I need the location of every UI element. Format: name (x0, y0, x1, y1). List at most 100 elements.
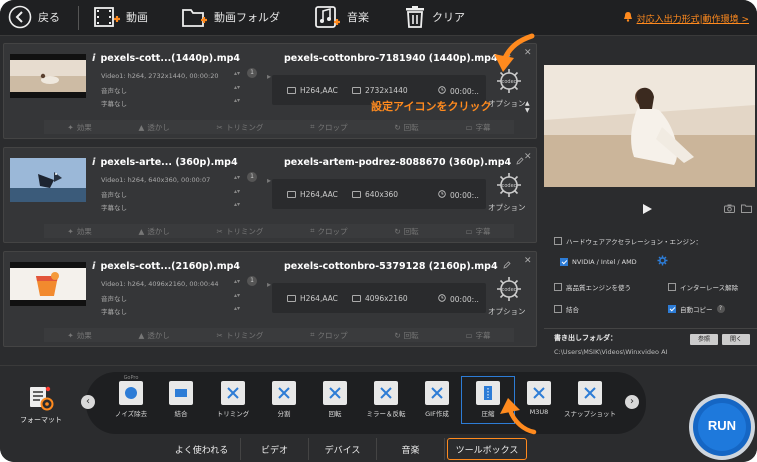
subtitle-track-info[interactable]: 字幕なし (101, 98, 127, 108)
tool-gif-maker[interactable]: GIF作成 (411, 381, 463, 418)
hw-vendor-checkbox[interactable]: NVIDIA / Intel / AMD (560, 255, 668, 268)
clear-button[interactable]: クリア (404, 2, 465, 32)
hw-vendor-box[interactable] (560, 257, 568, 266)
subtitle-dropdown-icon[interactable]: ▴▾ (234, 201, 240, 208)
remove-file-icon[interactable]: ✕ (524, 152, 532, 162)
add-video-button[interactable]: 動画 (94, 2, 148, 32)
scroll-right-button[interactable]: › (625, 395, 639, 409)
file-card[interactable]: i pexels-cott...(1440p).mp4 Video1: h264… (3, 43, 537, 139)
auto-copy-box[interactable] (668, 305, 676, 313)
video-track-dropdown-icon[interactable]: ▴▾ (234, 278, 240, 285)
hw-accel-box[interactable] (554, 237, 562, 245)
trim-button[interactable]: ✂ トリミング (217, 330, 264, 341)
file-card[interactable]: i pexels-cott...(2160p).mp4 Video1: h264… (3, 251, 537, 347)
play-icon[interactable] (641, 203, 653, 215)
auto-copy-checkbox[interactable]: 自動コピー ? (668, 304, 725, 314)
tab-frequently-used[interactable]: よく使われる (163, 438, 241, 460)
add-folder-button[interactable]: 動画フォルダ (182, 2, 280, 32)
subtitle-track-info[interactable]: 字幕なし (101, 306, 127, 316)
edit-pencil-icon[interactable] (503, 261, 511, 272)
info-icon[interactable]: i (92, 53, 95, 64)
audio-dropdown-icon[interactable]: ▴▾ (234, 188, 240, 195)
open-folder-button[interactable]: 開く (722, 334, 750, 345)
output-filename[interactable]: pexels-cottonbro-5379128 (2160p).mp4 (284, 261, 511, 272)
deinterlace-box[interactable] (668, 283, 676, 291)
file-card[interactable]: i pexels-arte... (360p).mp4 Video1: h264… (3, 147, 537, 243)
video-thumbnail[interactable] (10, 158, 86, 202)
watermark-button[interactable]: ▲ 透かし (139, 226, 170, 237)
tool-mirror-flip[interactable]: ミラー＆反転 (360, 381, 412, 418)
crop-button[interactable]: ⌗ クロップ (310, 122, 347, 133)
audio-track-info[interactable]: 音声なし (101, 85, 127, 95)
option-label[interactable]: オプション (488, 202, 526, 213)
source-filename: i pexels-cott...(1440p).mp4 (92, 53, 241, 64)
trim-button[interactable]: ✂ トリミング (217, 226, 264, 237)
trim-button[interactable]: ✂ トリミング (217, 122, 264, 133)
add-music-button[interactable]: 音楽 (315, 2, 369, 32)
supported-formats-link[interactable]: 対応入出力形式|動作環境 > (623, 11, 749, 25)
tab-video[interactable]: ビデオ (241, 438, 309, 460)
tool-rotate[interactable]: 回転 (309, 381, 361, 418)
codec-settings-gear-button[interactable]: codec (495, 275, 523, 303)
output-filename[interactable]: pexels-artem-podrez-8088670 (360p).mp4 (284, 157, 524, 168)
rotate-button[interactable]: ↻ 回転 (394, 330, 418, 341)
audio-track-info[interactable]: 音声なし (101, 293, 127, 303)
edit-pencil-icon[interactable] (516, 157, 524, 168)
audio-track-info[interactable]: 音声なし (101, 189, 127, 199)
subtitle-dropdown-icon[interactable]: ▴▾ (234, 305, 240, 312)
crop-button[interactable]: ⌗ クロップ (310, 226, 347, 237)
subtitle-button[interactable]: ▭ 字幕 (465, 330, 490, 341)
audio-dropdown-icon[interactable]: ▴▾ (234, 292, 240, 299)
browse-button[interactable]: 参照 (690, 334, 718, 345)
option-label[interactable]: オプション (488, 306, 526, 317)
info-icon[interactable]: ? (716, 305, 725, 313)
tool-denoise[interactable]: GoPro ノイズ除去 (105, 375, 157, 418)
codec-settings-gear-button[interactable]: codec (495, 171, 523, 199)
scroll-left-button[interactable]: ‹ (81, 395, 95, 409)
subtitle-track-info[interactable]: 字幕なし (101, 202, 127, 212)
rotate-button[interactable]: ↻ 回転 (394, 226, 418, 237)
subtitle-button[interactable]: ▭ 字幕 (465, 226, 490, 237)
hq-engine-checkbox[interactable]: 高品質エンジンを使う (554, 282, 631, 292)
tab-toolbox[interactable]: ツールボックス (447, 438, 527, 460)
effects-button[interactable]: ✦ 効果 (67, 226, 91, 237)
tool-merge[interactable]: 結合 (155, 381, 207, 418)
crop-button[interactable]: ⌗ クロップ (310, 330, 347, 341)
duration-info: 00:00:.. (438, 294, 479, 304)
tab-device[interactable]: デバイス (309, 438, 377, 460)
video-preview[interactable] (544, 65, 755, 187)
tool-trim[interactable]: トリミング (207, 381, 259, 418)
folder-icon[interactable] (741, 204, 752, 213)
merge-box[interactable] (554, 305, 562, 313)
video-track-dropdown-icon[interactable]: ▴▾ (234, 70, 240, 77)
tool-snapshot[interactable]: スナップショット (564, 381, 616, 418)
video-track-dropdown-icon[interactable]: ▴▾ (234, 174, 240, 181)
gear-icon[interactable] (657, 255, 668, 268)
tab-music[interactable]: 音楽 (377, 438, 445, 460)
effects-button[interactable]: ✦ 効果 (67, 122, 91, 133)
subtitle-dropdown-icon[interactable]: ▴▾ (234, 97, 240, 104)
video-thumbnail[interactable] (10, 54, 86, 98)
info-icon[interactable]: i (92, 261, 95, 272)
remove-file-icon[interactable]: ✕ (524, 256, 532, 266)
deinterlace-checkbox[interactable]: インターレース解除 (668, 282, 738, 292)
run-button[interactable]: RUN (686, 391, 757, 462)
format-button[interactable]: フォーマット (16, 385, 66, 425)
option-label[interactable]: オプション (488, 98, 526, 109)
video-thumbnail[interactable] (10, 262, 86, 306)
info-icon[interactable]: i (92, 157, 95, 168)
hq-engine-box[interactable] (554, 283, 562, 291)
merge-checkbox[interactable]: 結合 (554, 304, 579, 314)
camera-icon[interactable] (724, 204, 735, 213)
subtitle-button[interactable]: ▭ 字幕 (465, 122, 490, 133)
back-button[interactable]: 戻る (8, 2, 60, 32)
output-folder-path[interactable]: C:\Users\MSIK\Videos\Winxvideo AI (554, 348, 667, 356)
reorder-arrows-icon[interactable]: ▲ ▼ (525, 100, 530, 114)
tool-split[interactable]: 分割 (258, 381, 310, 418)
rotate-button[interactable]: ↻ 回転 (394, 122, 418, 133)
watermark-button[interactable]: ▲ 透かし (139, 122, 170, 133)
hw-accel-checkbox[interactable]: ハードウェアアクセラレーション・エンジン： (554, 236, 702, 246)
audio-dropdown-icon[interactable]: ▴▾ (234, 84, 240, 91)
watermark-button[interactable]: ▲ 透かし (139, 330, 170, 341)
effects-button[interactable]: ✦ 効果 (67, 330, 91, 341)
